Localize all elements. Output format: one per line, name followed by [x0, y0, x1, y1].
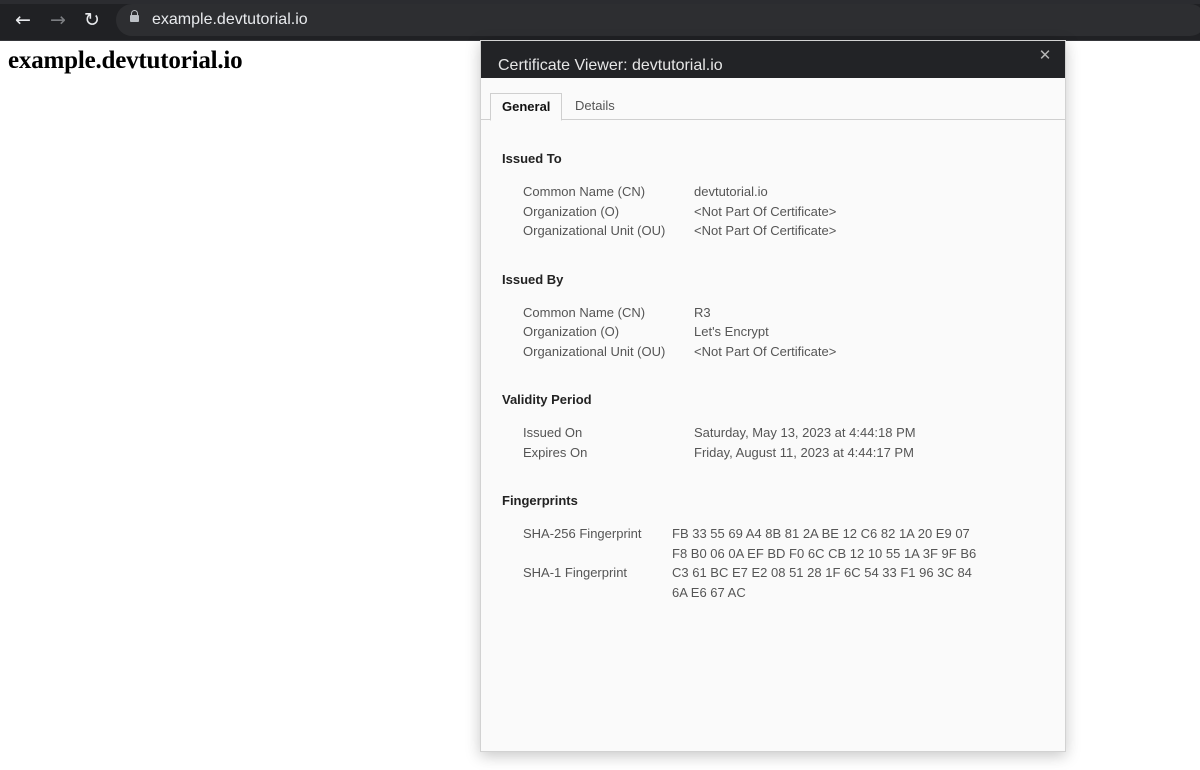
reload-icon: ↻ — [84, 9, 100, 31]
tab-details[interactable]: Details — [564, 93, 626, 118]
field-row: Organizational Unit (OU) <Not Part Of Ce… — [502, 342, 1042, 362]
reload-button[interactable]: ↻ — [80, 8, 104, 32]
field-row: Organization (O) <Not Part Of Certificat… — [502, 202, 1042, 222]
close-icon: ✕ — [1038, 46, 1052, 64]
certificate-viewer-dialog: Certificate Viewer: devtutorial.io ✕ Gen… — [480, 40, 1066, 752]
general-tab-content: Issued To Common Name (CN) devtutorial.i… — [502, 149, 1042, 631]
field-label: Issued On — [523, 425, 583, 440]
field-value: Saturday, May 13, 2023 at 4:44:18 PM — [694, 425, 916, 440]
fingerprints-section: Fingerprints SHA-256 Fingerprint FB 33 5… — [502, 491, 1042, 602]
field-row: Expires On Friday, August 11, 2023 at 4:… — [502, 443, 1042, 463]
field-value: <Not Part Of Certificate> — [694, 223, 837, 238]
field-row: SHA-1 Fingerprint C3 61 BC E7 E2 08 51 2… — [502, 563, 1042, 602]
forward-button[interactable]: → — [46, 8, 70, 32]
url-text[interactable]: example.devtutorial.io — [152, 4, 308, 36]
field-value: Friday, August 11, 2023 at 4:44:17 PM — [694, 444, 914, 460]
section-title: Validity Period — [502, 392, 592, 407]
validity-section: Validity Period Issued On Saturday, May … — [502, 390, 1042, 462]
field-row: Common Name (CN) devtutorial.io — [502, 182, 1042, 202]
field-label: Common Name (CN) — [523, 184, 646, 199]
field-value: FB 33 55 69 A4 8B 81 2A BE 12 C6 82 1A 2… — [672, 526, 977, 561]
issued-by-section: Issued By Common Name (CN) R3 Organizati… — [502, 270, 1042, 362]
field-label: SHA-1 Fingerprint — [523, 565, 628, 580]
field-label: Organizational Unit (OU) — [523, 223, 666, 238]
tab-general[interactable]: General — [490, 93, 563, 121]
field-value: <Not Part Of Certificate> — [694, 203, 837, 219]
field-label: Organizational Unit (OU) — [523, 343, 666, 359]
field-row: SHA-256 Fingerprint FB 33 55 69 A4 8B 81… — [502, 524, 1042, 563]
back-button[interactable]: ← — [11, 8, 35, 32]
field-row: Issued On Saturday, May 13, 2023 at 4:44… — [502, 423, 1042, 443]
field-label: Organization (O) — [523, 203, 620, 219]
field-label: Organization (O) — [523, 324, 620, 339]
section-title: Fingerprints — [502, 493, 578, 508]
page-heading: example.devtutorial.io — [8, 47, 243, 74]
field-label: Common Name (CN) — [523, 304, 646, 320]
arrow-right-icon: → — [50, 9, 66, 31]
field-label: SHA-256 Fingerprint — [523, 526, 642, 541]
field-row: Common Name (CN) R3 — [502, 303, 1042, 323]
field-label: Expires On — [523, 444, 588, 460]
dialog-header: Certificate Viewer: devtutorial.io ✕ — [481, 41, 1065, 78]
section-title: Issued By — [502, 271, 564, 287]
address-bar[interactable]: example.devtutorial.io — [116, 4, 1200, 36]
tab-bar: General Details — [481, 93, 1065, 121]
browser-toolbar: ← → ↻ example.devtutorial.io — [0, 0, 1200, 41]
field-row: Organizational Unit (OU) <Not Part Of Ce… — [502, 221, 1042, 241]
field-value: C3 61 BC E7 E2 08 51 28 1F 6C 54 33 F1 9… — [672, 565, 972, 600]
lock-icon[interactable] — [130, 10, 139, 22]
section-title: Issued To — [502, 151, 562, 166]
field-row: Organization (O) Let's Encrypt — [502, 322, 1042, 342]
field-value: R3 — [694, 304, 711, 320]
dialog-title: Certificate Viewer: devtutorial.io — [498, 57, 723, 74]
issued-to-section: Issued To Common Name (CN) devtutorial.i… — [502, 149, 1042, 241]
field-value: Let's Encrypt — [694, 324, 769, 339]
close-button[interactable]: ✕ — [1035, 45, 1055, 65]
field-value: <Not Part Of Certificate> — [694, 343, 837, 359]
arrow-left-icon: ← — [15, 9, 31, 31]
field-value: devtutorial.io — [694, 184, 768, 199]
